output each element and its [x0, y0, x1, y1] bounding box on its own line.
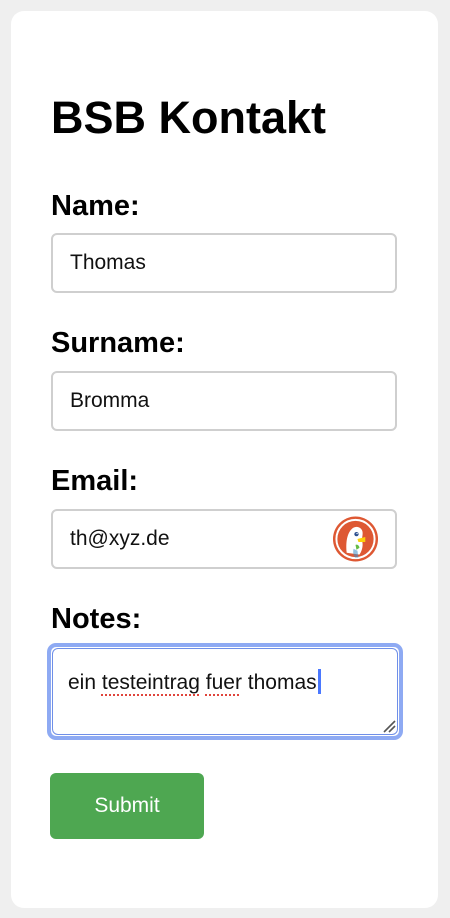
email-input[interactable]: th@xyz.de	[51, 509, 397, 569]
notes-text-part: ein	[68, 671, 102, 694]
surname-input-value: Bromma	[70, 389, 150, 412]
notes-text-part: thomas	[241, 671, 317, 694]
notes-label: Notes:	[51, 603, 142, 635]
surname-input[interactable]: Bromma	[51, 371, 397, 431]
misspelled-word: fuer	[205, 671, 242, 694]
name-input[interactable]: Thomas	[51, 233, 397, 293]
name-input-value: Thomas	[70, 251, 146, 274]
surname-label: Surname:	[51, 327, 185, 359]
page-title: BSB Kontakt	[51, 92, 327, 143]
name-label: Name:	[51, 190, 140, 222]
contact-form-card: BSB Kontakt Name: Thomas Surname: Bromma…	[11, 11, 438, 908]
notes-textarea[interactable]: ein testeintrag fuer thomas	[47, 643, 403, 740]
resize-grip-icon[interactable]	[382, 719, 396, 733]
text-cursor	[317, 669, 321, 694]
email-label: Email:	[51, 465, 139, 497]
notes-textarea-value: ein testeintrag fuer thomas	[68, 669, 321, 695]
submit-button[interactable]: Submit	[50, 773, 204, 839]
email-input-value: th@xyz.de	[70, 527, 170, 550]
duckduckgo-logo-icon[interactable]	[332, 516, 379, 563]
misspelled-word: testeintrag	[101, 671, 200, 694]
